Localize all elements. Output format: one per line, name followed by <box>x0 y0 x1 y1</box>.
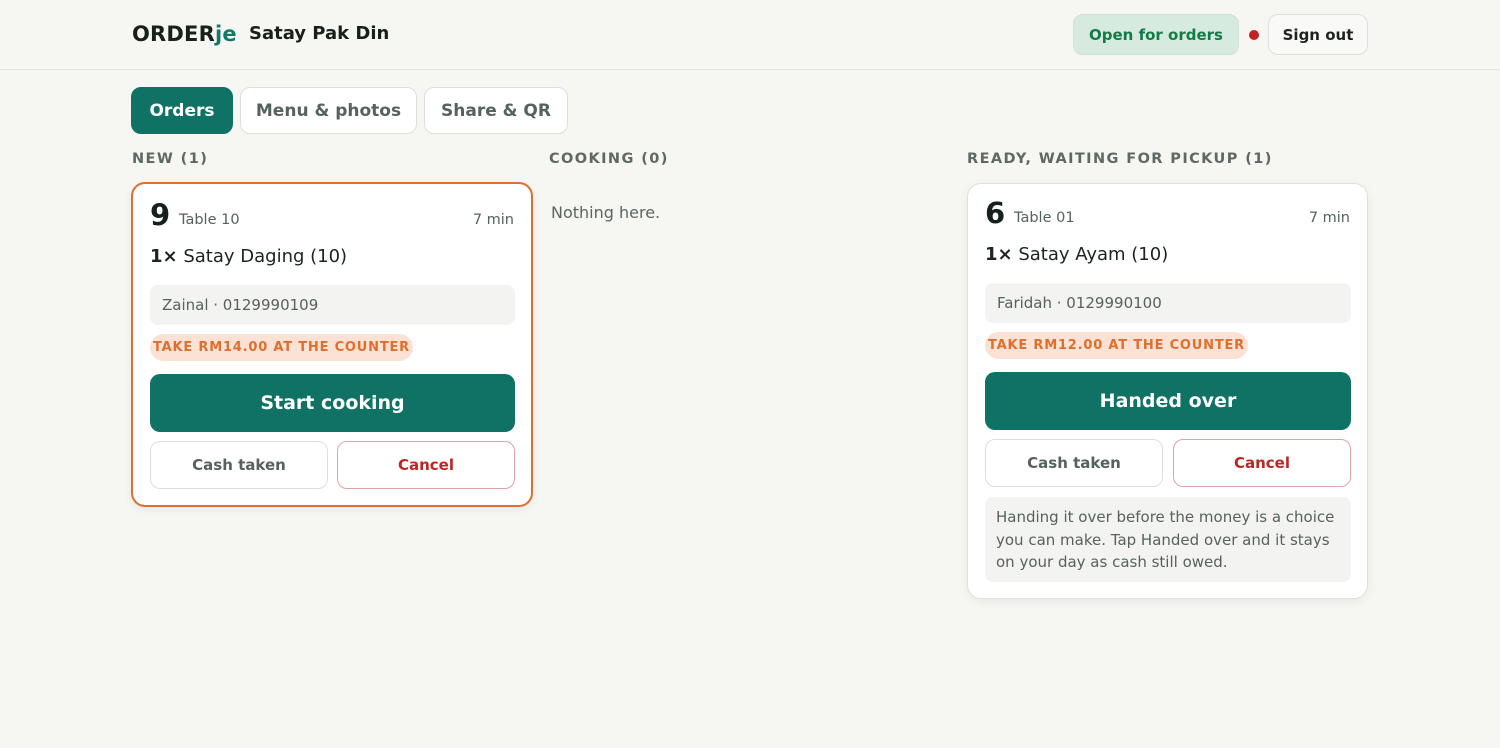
handover-note: Handing it over before the money is a ch… <box>985 497 1351 582</box>
customer-contact: Zainal · 0129990109 <box>150 285 515 325</box>
cash-taken-button[interactable]: Cash taken <box>150 441 328 489</box>
logo-accent-text: je <box>214 22 237 46</box>
shop-name: Satay Pak Din <box>249 23 390 44</box>
order-number: 9 <box>150 198 171 232</box>
tab-orders[interactable]: Orders <box>131 87 233 134</box>
order-item-line: 1× Satay Daging (10) <box>150 246 347 267</box>
sign-out-button[interactable]: Sign out <box>1268 14 1368 55</box>
item-quantity: 1× <box>985 244 1013 265</box>
order-elapsed-time: 7 min <box>472 212 514 228</box>
order-card-new: 9 Table 10 7 min 1× Satay Daging (10) Za… <box>131 182 533 507</box>
cash-taken-button[interactable]: Cash taken <box>985 439 1163 487</box>
item-name: Satay Ayam (10) <box>1012 244 1169 265</box>
cancel-order-button[interactable]: Cancel <box>1173 439 1351 487</box>
logo-text: ORDER <box>132 22 215 46</box>
order-table: Table 01 <box>1014 210 1075 226</box>
order-card-ready: 6 Table 01 7 min 1× Satay Ayam (10) Fari… <box>967 183 1368 599</box>
order-table: Table 10 <box>179 212 240 228</box>
column-title-cooking: COOKING (0) <box>549 151 669 167</box>
order-item-line: 1× Satay Ayam (10) <box>985 244 1168 265</box>
order-elapsed-time: 7 min <box>1308 210 1350 226</box>
open-status-toggle[interactable]: Open for orders <box>1073 14 1239 55</box>
payment-due-badge: TAKE RM14.00 AT THE COUNTER <box>150 334 413 361</box>
handed-over-button[interactable]: Handed over <box>985 372 1351 430</box>
tab-share-qr[interactable]: Share & QR <box>424 87 568 134</box>
column-title-ready: READY, WAITING FOR PICKUP (1) <box>967 151 1273 167</box>
order-number: 6 <box>985 196 1006 230</box>
cooking-empty-state: Nothing here. <box>551 203 661 222</box>
start-cooking-button[interactable]: Start cooking <box>150 374 515 432</box>
payment-due-badge: TAKE RM12.00 AT THE COUNTER <box>985 332 1248 359</box>
column-title-new: NEW (1) <box>132 151 209 167</box>
tab-menu-photos[interactable]: Menu & photos <box>240 87 417 134</box>
customer-contact: Faridah · 0129990100 <box>985 283 1351 323</box>
status-dot-icon <box>1249 30 1259 40</box>
item-quantity: 1× <box>150 246 178 267</box>
app-logo[interactable]: ORDERje <box>132 22 237 46</box>
item-name: Satay Daging (10) <box>177 246 348 267</box>
cancel-order-button[interactable]: Cancel <box>337 441 515 489</box>
top-bar: ORDERje Satay Pak Din Open for orders Si… <box>0 0 1500 70</box>
